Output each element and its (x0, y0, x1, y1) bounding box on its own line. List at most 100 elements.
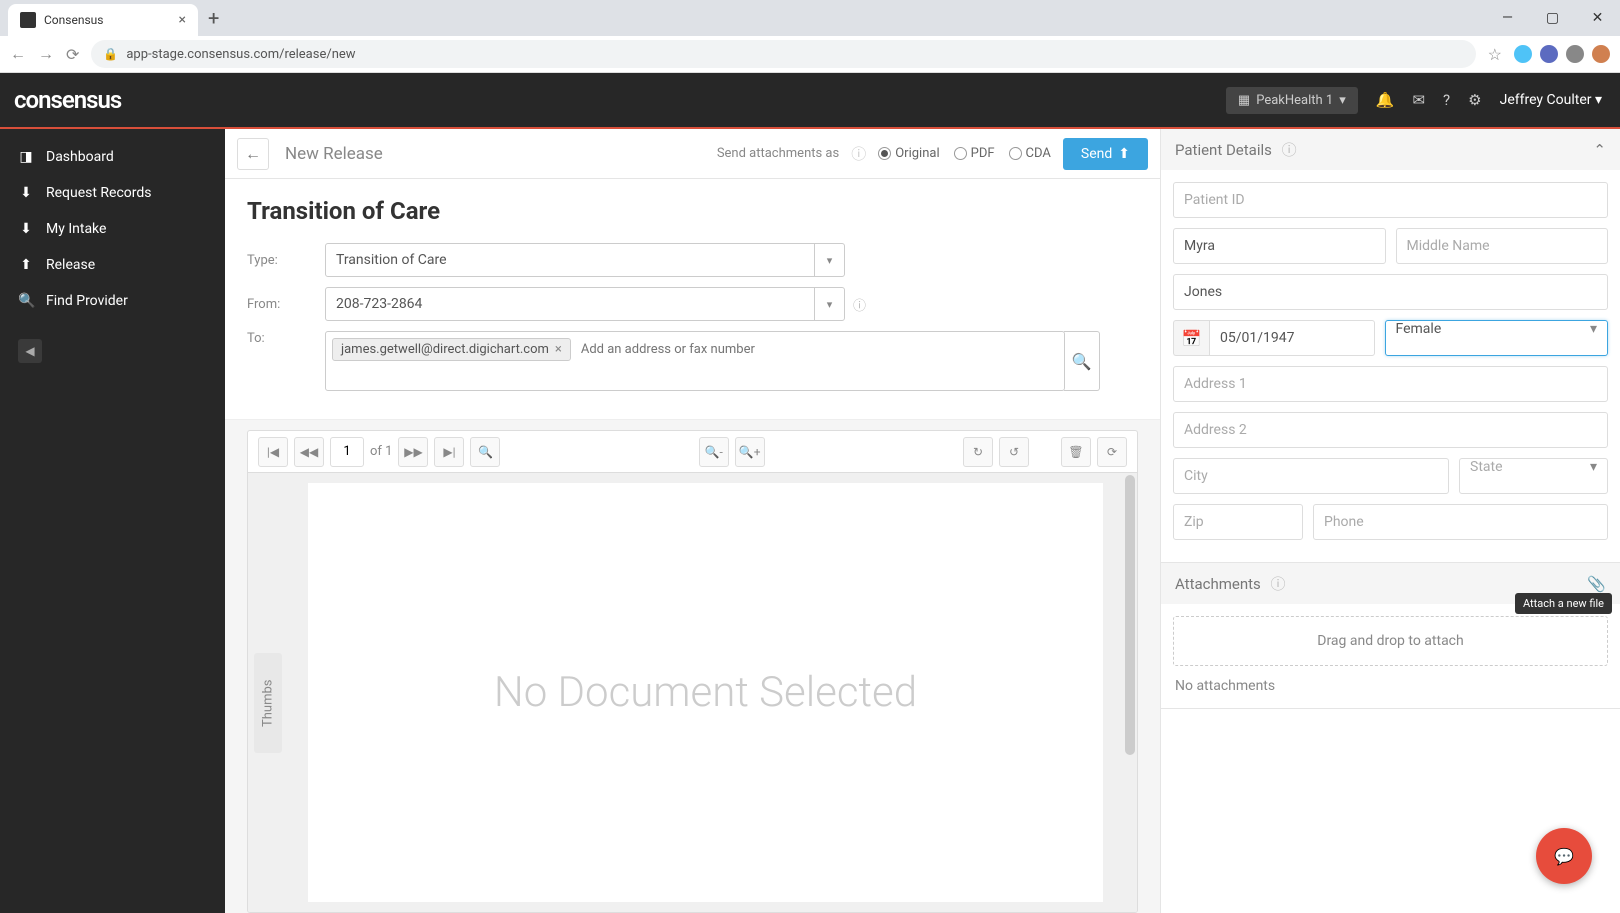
chevron-down-icon: ▾ (814, 244, 844, 276)
patient-details-header[interactable]: Patient Details ⓘ ⌃ (1161, 129, 1620, 170)
drop-area[interactable]: Drag and drop to attach (1173, 616, 1608, 666)
zoom-out-button[interactable]: 🔍- (699, 437, 729, 467)
rotate-ccw-button[interactable]: ↺ (999, 437, 1029, 467)
gender-select[interactable]: Female ▾ (1385, 320, 1609, 356)
no-attachments-text: No attachments (1161, 678, 1620, 708)
sidebar-item-request-records[interactable]: ⬇ Request Records (0, 175, 225, 211)
org-switcher[interactable]: ▦ PeakHealth 1 ▾ (1226, 87, 1358, 114)
address1-input[interactable] (1173, 366, 1608, 402)
patient-id-input[interactable] (1173, 182, 1608, 218)
phone-input[interactable] (1313, 504, 1608, 540)
city-input[interactable] (1173, 458, 1449, 494)
send-as-label: Send attachments as (717, 146, 839, 161)
radio-cda[interactable]: CDA (1009, 146, 1051, 161)
info-icon[interactable]: ⓘ (1282, 141, 1297, 159)
zoom-in-button[interactable]: 🔍+ (735, 437, 765, 467)
app-logo: consensus (0, 86, 121, 114)
user-menu[interactable]: Jeffrey Coulter ▾ (1500, 92, 1602, 108)
first-page-button[interactable]: |◀ (258, 437, 288, 467)
last-name-input[interactable] (1173, 274, 1608, 310)
sidebar: ◨ Dashboard ⬇ Request Records ⬇ My Intak… (0, 129, 225, 913)
favicon (20, 12, 36, 28)
info-icon[interactable]: ⓘ (1271, 575, 1286, 593)
back-button[interactable]: ← (237, 138, 269, 170)
tab-title: Consensus (44, 13, 171, 27)
delete-button[interactable]: 🗑 (1061, 437, 1091, 467)
document-scrollbar[interactable] (1123, 473, 1137, 912)
maximize-button[interactable]: ▢ (1530, 0, 1575, 36)
mail-icon[interactable]: ✉ (1412, 91, 1425, 109)
to-field[interactable]: james.getwell@direct.digichart.com × (325, 331, 1065, 391)
send-icon: ⬆ (1118, 146, 1130, 162)
browser-tab[interactable]: Consensus × (8, 4, 198, 36)
last-page-button[interactable]: ▶| (434, 437, 464, 467)
gear-icon[interactable]: ⚙ (1468, 91, 1481, 109)
remove-chip-icon[interactable]: × (555, 342, 562, 357)
profile-avatar-icon[interactable] (1592, 45, 1610, 63)
forward-nav-icon[interactable]: → (38, 44, 54, 64)
back-nav-icon[interactable]: ← (10, 44, 26, 64)
form-title: Transition of Care (247, 197, 1138, 225)
thumbs-toggle[interactable]: Thumbs (254, 653, 282, 753)
sidebar-label: Release (46, 257, 95, 273)
to-input[interactable] (577, 338, 777, 361)
send-button[interactable]: Send ⬆ (1063, 138, 1148, 170)
rotate-cw-button[interactable]: ↻ (963, 437, 993, 467)
scroll-thumb[interactable] (1125, 475, 1135, 755)
extension-icon[interactable] (1514, 45, 1532, 63)
info-icon[interactable]: ⓘ (853, 295, 866, 314)
zip-input[interactable] (1173, 504, 1303, 540)
page-number-input[interactable] (330, 437, 364, 467)
recipient-chip: james.getwell@direct.digichart.com × (332, 338, 571, 361)
from-select[interactable]: 208-723-2864 ▾ (325, 287, 845, 321)
chevron-down-icon: ▾ (1339, 93, 1346, 108)
upload-icon: ⬆ (18, 257, 34, 273)
dob-input[interactable] (1209, 320, 1375, 356)
extension-icon[interactable] (1540, 45, 1558, 63)
no-document-text: No Document Selected (494, 668, 917, 717)
sidebar-label: Dashboard (46, 149, 114, 165)
radio-pdf[interactable]: PDF (954, 146, 995, 161)
close-window-button[interactable]: ✕ (1575, 0, 1620, 36)
to-label: To: (247, 331, 325, 391)
org-name: PeakHealth 1 (1256, 93, 1333, 108)
page-title: New Release (285, 144, 383, 164)
middle-name-input[interactable] (1396, 228, 1609, 264)
calendar-icon[interactable]: 📅 (1173, 320, 1209, 356)
chevron-down-icon: ▾ (1590, 321, 1597, 337)
next-page-button[interactable]: ▶▶ (398, 437, 428, 467)
sidebar-label: Find Provider (46, 293, 128, 309)
radio-icon (878, 147, 891, 160)
close-tab-icon[interactable]: × (179, 12, 186, 28)
refresh-button[interactable]: ⟳ (1097, 437, 1127, 467)
first-name-input[interactable] (1173, 228, 1386, 264)
sidebar-item-my-intake[interactable]: ⬇ My Intake (0, 211, 225, 247)
attach-file-button[interactable]: 📎 (1587, 575, 1606, 593)
search-document-button[interactable]: 🔍 (470, 437, 500, 467)
sidebar-item-release[interactable]: ⬆ Release (0, 247, 225, 283)
sidebar-item-dashboard[interactable]: ◨ Dashboard (0, 139, 225, 175)
search-recipient-button[interactable]: 🔍 (1064, 331, 1100, 391)
state-select[interactable]: State ▾ (1459, 458, 1608, 494)
help-icon[interactable]: ? (1443, 91, 1450, 109)
minimize-button[interactable]: — (1485, 0, 1530, 36)
sidebar-item-find-provider[interactable]: 🔍 Find Provider (0, 283, 225, 319)
dashboard-icon: ◨ (18, 149, 34, 165)
type-select[interactable]: Transition of Care ▾ (325, 243, 845, 277)
address2-input[interactable] (1173, 412, 1608, 448)
collapse-sidebar-button[interactable]: ◀ (18, 339, 42, 363)
bell-icon[interactable]: 🔔 (1376, 91, 1395, 109)
new-tab-button[interactable]: + (208, 6, 219, 30)
star-icon[interactable]: ☆ (1488, 45, 1502, 64)
info-icon[interactable]: ⓘ (851, 143, 866, 164)
radio-icon (1009, 147, 1022, 160)
prev-page-button[interactable]: ◀◀ (294, 437, 324, 467)
chevron-down-icon: ▾ (814, 288, 844, 320)
extension-icon[interactable] (1566, 45, 1584, 63)
reload-icon[interactable]: ⟳ (66, 45, 79, 64)
address-bar[interactable]: 🔒 app-stage.consensus.com/release/new (91, 40, 1475, 68)
chat-bubble-button[interactable]: 💬 (1536, 828, 1592, 884)
page-of-label: of 1 (370, 444, 392, 459)
radio-original[interactable]: Original (878, 146, 939, 161)
url-text: app-stage.consensus.com/release/new (126, 47, 355, 62)
